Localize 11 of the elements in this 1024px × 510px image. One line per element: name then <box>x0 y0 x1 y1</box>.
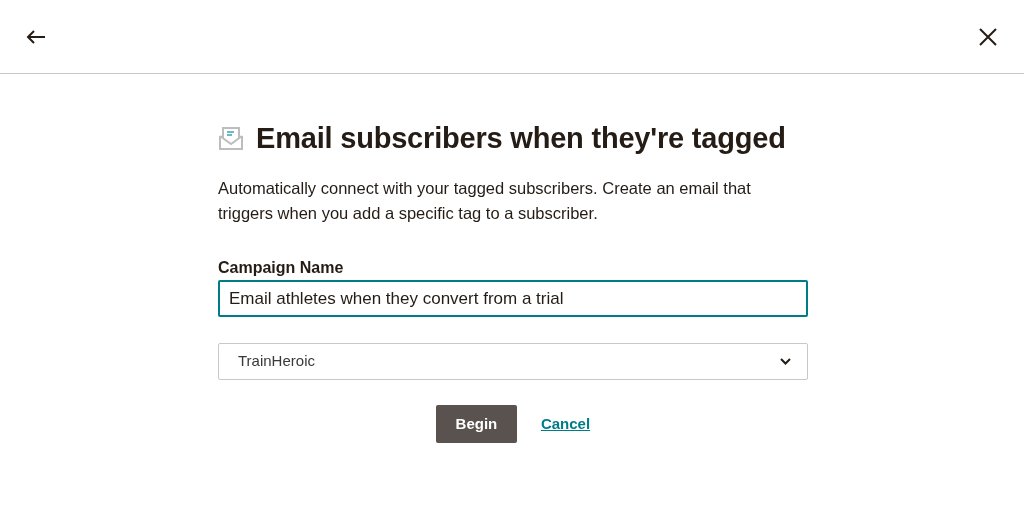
audience-dropdown[interactable]: TrainHeroic <box>218 343 808 380</box>
close-icon <box>979 27 997 46</box>
field-label: Campaign Name <box>218 258 345 278</box>
begin-button[interactable]: Begin <box>435 405 517 443</box>
cancel-link[interactable]: Cancel <box>540 412 591 436</box>
description: Automatically connect with your tagged subscribers. Create an email that triggers when you add a specific tag to a subscriber. <box>218 178 752 224</box>
chevron-down-icon <box>780 358 791 365</box>
envelope-icon <box>218 125 244 151</box>
back-arrow-icon <box>26 29 46 44</box>
page-title: Email subscribers when they're tagged <box>256 121 786 156</box>
campaign-name-field[interactable]: Email athletes when they convert from a trial <box>218 280 808 317</box>
